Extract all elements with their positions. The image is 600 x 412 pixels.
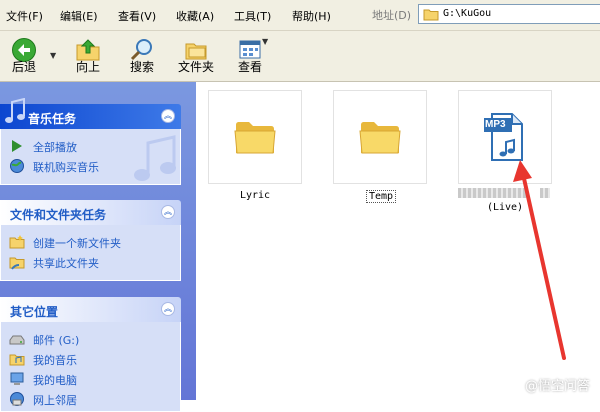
other-places-title: 其它位置	[10, 305, 59, 319]
task-pane: 音乐任务 ︽ 全部播放 联机购买音乐 文件和文件夹任务 ︽ 创建一个新文件夹 共…	[0, 82, 196, 412]
menu-file[interactable]: 文件(F)	[6, 8, 43, 24]
menu-tools[interactable]: 工具(T)	[234, 8, 271, 24]
collapse-chevron-icon[interactable]: ︽	[161, 302, 175, 316]
toolbar: 后退 ▼ 向上 搜索 文件夹 查看 ▼	[0, 31, 600, 82]
new-folder-icon	[9, 235, 25, 249]
other-places-header[interactable]: 其它位置 ︽	[0, 297, 181, 322]
menu-edit[interactable]: 编辑(E)	[60, 8, 98, 24]
share-folder-label: 共享此文件夹	[33, 257, 99, 270]
menu-bar: 文件(F) 编辑(E) 查看(V) 收藏(A) 工具(T) 帮助(H) 地址(D…	[0, 0, 600, 31]
music-note-icon	[5, 98, 25, 123]
back-dropdown-icon[interactable]: ▼	[50, 51, 56, 60]
my-computer-label: 我的电脑	[33, 374, 77, 387]
file-folder-tasks-header[interactable]: 文件和文件夹任务 ︽	[0, 200, 181, 225]
file-folder-tasks-title: 文件和文件夹任务	[10, 208, 107, 222]
search-button[interactable]: 搜索	[120, 34, 164, 78]
address-bar[interactable]: G:\KuGou	[418, 4, 600, 24]
music-tasks-title: 音乐任务	[28, 112, 77, 126]
other-places-body: 邮件 (G:) 我的音乐 我的电脑 网上邻居	[0, 322, 181, 412]
drive-g-label: 邮件 (G:)	[33, 334, 80, 347]
view-label: 查看	[237, 60, 262, 74]
watermark: @悟空问答	[524, 379, 590, 394]
annotation-arrow	[513, 160, 566, 360]
up-label: 向上	[75, 60, 100, 74]
music-note-watermark-icon	[134, 135, 176, 181]
play-all-label: 全部播放	[33, 141, 77, 154]
view-dropdown-icon[interactable]: ▼	[262, 37, 268, 46]
folders-label: 文件夹	[177, 60, 214, 74]
menu-favorites[interactable]: 收藏(A)	[176, 8, 214, 24]
play-icon	[12, 140, 22, 152]
my-music-label: 我的音乐	[33, 354, 77, 367]
folder-icon	[423, 8, 439, 24]
network-icon	[10, 392, 24, 406]
globe-icon	[10, 159, 24, 173]
music-folder-icon	[9, 354, 25, 366]
menu-view[interactable]: 查看(V)	[118, 8, 156, 24]
folders-button[interactable]: 文件夹	[174, 34, 218, 78]
back-button[interactable]: 后退	[2, 34, 46, 78]
file-folder-tasks-body: 创建一个新文件夹 共享此文件夹	[0, 225, 181, 281]
address-label: 地址(D)	[372, 9, 412, 22]
menu-help[interactable]: 帮助(H)	[292, 8, 331, 24]
collapse-chevron-icon[interactable]: ︽	[161, 109, 175, 123]
music-tasks-panel: 音乐任务 ︽ 全部播放 联机购买音乐	[0, 98, 181, 185]
new-folder-label: 创建一个新文件夹	[33, 237, 121, 250]
buy-music-online-label: 联机购买音乐	[33, 161, 99, 174]
computer-icon	[10, 372, 24, 385]
other-places-panel: 其它位置 ︽ 邮件 (G:) 我的音乐 我的电脑 网上邻居	[0, 297, 181, 412]
back-label: 后退	[11, 60, 36, 74]
collapse-chevron-icon[interactable]: ︽	[161, 205, 175, 219]
search-label: 搜索	[129, 60, 154, 74]
drive-icon	[9, 335, 25, 345]
file-folder-tasks-panel: 文件和文件夹任务 ︽ 创建一个新文件夹 共享此文件夹	[0, 200, 181, 281]
share-folder-icon	[9, 257, 25, 270]
file-list-view: Lyric Temp MP3 (Live) @悟空问答	[196, 82, 600, 400]
music-tasks-body: 全部播放 联机购买音乐	[0, 129, 181, 185]
up-button[interactable]: 向上	[66, 34, 110, 78]
address-text: G:\KuGou	[443, 8, 492, 19]
network-places-label: 网上邻居	[33, 394, 77, 407]
music-tasks-header[interactable]: 音乐任务 ︽	[0, 98, 181, 129]
